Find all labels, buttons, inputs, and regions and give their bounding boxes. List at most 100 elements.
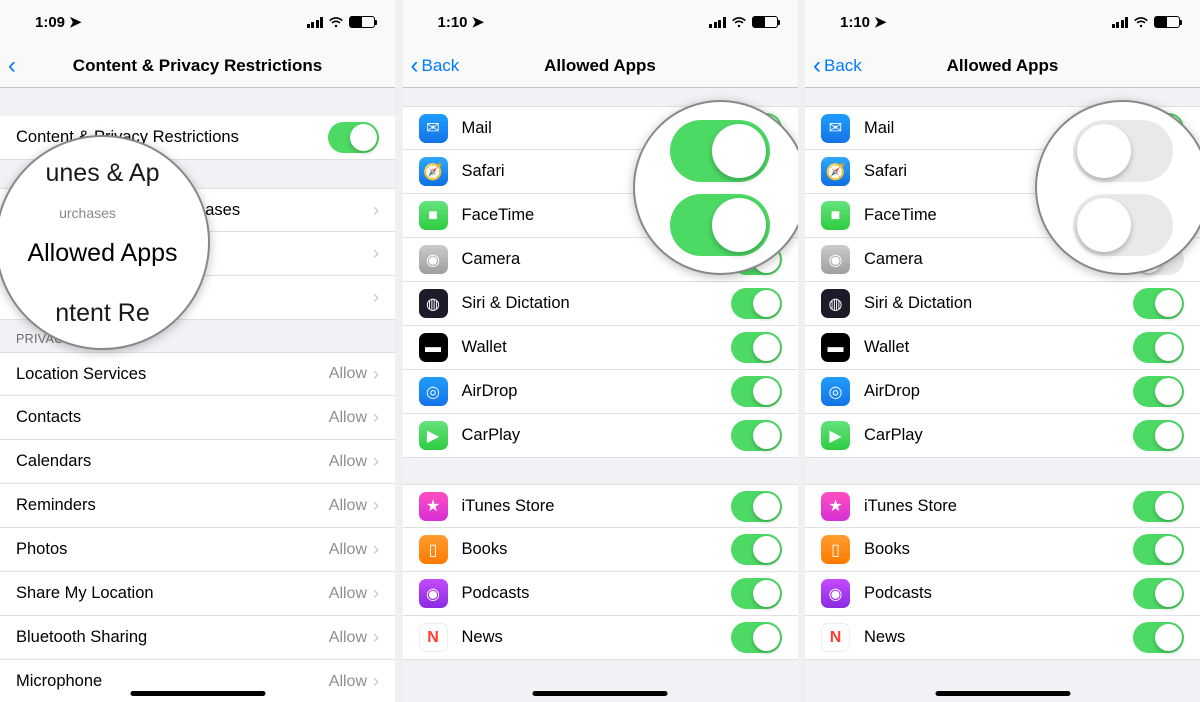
app-toggle-row[interactable]: ▯ Books	[805, 528, 1200, 572]
app-toggle-row[interactable]: ▬ Wallet	[805, 326, 1200, 370]
wallet-icon: ▬	[821, 333, 850, 362]
toggle-switch[interactable]	[731, 534, 782, 565]
row-label: Share My Location	[16, 584, 329, 603]
privacy-row[interactable]: Bluetooth SharingAllow›	[0, 616, 395, 660]
toggle-switch[interactable]	[731, 332, 782, 363]
home-indicator[interactable]	[935, 691, 1070, 696]
safari-icon: 🧭	[821, 157, 850, 186]
app-toggle-row[interactable]: ◎AirDrop	[805, 370, 1200, 414]
books-icon: ▯	[821, 535, 850, 564]
privacy-row[interactable]: Location ServicesAllow›	[0, 352, 395, 396]
toggle-switch[interactable]	[1133, 578, 1184, 609]
podcasts-icon: ◉	[419, 579, 448, 608]
back-button[interactable]: ‹ Back	[813, 54, 862, 78]
app-toggle-row[interactable]: ▶ CarPlay	[403, 414, 798, 458]
location-arrow-icon: ➤	[472, 13, 485, 31]
app-toggle-row[interactable]: ▬Wallet	[403, 326, 798, 370]
facetime-icon: ■	[821, 201, 850, 230]
toggle-switch[interactable]	[731, 420, 782, 451]
toggle-switch[interactable]	[731, 376, 782, 407]
carplay-icon: ▶	[419, 421, 448, 450]
app-toggle-row[interactable]: ◍Siri & Dictation	[403, 282, 798, 326]
siri-dictation-icon: ◍	[821, 289, 850, 318]
app-toggle-row[interactable]: ◍ Siri & Dictation	[805, 282, 1200, 326]
home-indicator[interactable]	[130, 691, 265, 696]
magnifier-overlay: unes & Ap urchases Allowed Apps ntent Re	[0, 135, 210, 350]
row-label: Calendars	[16, 452, 329, 471]
back-button[interactable]: ‹	[8, 54, 16, 78]
app-toggle-row[interactable]: ★iTunes Store	[805, 484, 1200, 528]
row-label: Location Services	[16, 365, 329, 384]
app-toggle-row[interactable]: ▯ Books	[403, 528, 798, 572]
row-detail: Allow	[329, 541, 367, 559]
status-bar: 1:10 ➤	[805, 0, 1200, 44]
app-toggle-row[interactable]: ◉Podcasts	[805, 572, 1200, 616]
camera-icon: ◉	[821, 245, 850, 274]
app-toggle-row[interactable]: ★iTunes Store	[403, 484, 798, 528]
toggle-switch[interactable]	[731, 578, 782, 609]
chevron-right-icon: ›	[373, 243, 379, 264]
row-label: Books	[864, 540, 1133, 559]
row-label: CarPlay	[462, 426, 731, 445]
row-detail: Allow	[329, 409, 367, 427]
chevron-right-icon: ›	[373, 407, 379, 428]
privacy-row[interactable]: RemindersAllow›	[0, 484, 395, 528]
carplay-icon: ▶	[821, 421, 850, 450]
status-bar: 1:10 ➤	[403, 0, 798, 44]
app-toggle-row[interactable]: NNews	[805, 616, 1200, 660]
toggle-switch[interactable]	[1133, 534, 1184, 565]
row-label: Books	[462, 540, 731, 559]
toggle-switch[interactable]	[731, 491, 782, 522]
mail-icon: ✉	[419, 114, 448, 143]
privacy-row[interactable]: Share My LocationAllow›	[0, 572, 395, 616]
magnifier-overlay	[633, 100, 798, 275]
chevron-back-icon: ‹	[813, 54, 821, 78]
toggle-switch[interactable]	[1133, 420, 1184, 451]
privacy-row[interactable]: CalendarsAllow›	[0, 440, 395, 484]
facetime-icon: ■	[419, 201, 448, 230]
nav-bar: ‹ Back Allowed Apps	[403, 44, 798, 88]
app-toggle-row[interactable]: NNews	[403, 616, 798, 660]
chevron-right-icon: ›	[373, 495, 379, 516]
signal-icon	[307, 17, 324, 28]
row-label: iTunes Store	[864, 497, 1133, 516]
page-title: Allowed Apps	[805, 56, 1200, 76]
app-toggle-row[interactable]: ▶ CarPlay	[805, 414, 1200, 458]
back-button[interactable]: ‹ Back	[411, 54, 460, 78]
row-label: AirDrop	[462, 382, 731, 401]
status-bar: 1:09 ➤	[0, 0, 395, 44]
toggle-switch[interactable]	[731, 622, 782, 653]
privacy-row[interactable]: ContactsAllow›	[0, 396, 395, 440]
status-time: 1:10	[438, 14, 468, 31]
page-title: Content & Privacy Restrictions	[0, 56, 395, 76]
wifi-icon	[731, 16, 747, 28]
chevron-right-icon: ›	[373, 627, 379, 648]
home-indicator[interactable]	[533, 691, 668, 696]
status-time: 1:09	[35, 14, 65, 31]
app-toggle-row[interactable]: ◎ AirDrop	[403, 370, 798, 414]
siri-dictation-icon: ◍	[419, 289, 448, 318]
row-label: CarPlay	[864, 426, 1133, 445]
news-icon: N	[419, 623, 448, 652]
toggle-switch[interactable]	[1133, 491, 1184, 522]
privacy-row[interactable]: PhotosAllow›	[0, 528, 395, 572]
toggle-switch[interactable]	[1133, 622, 1184, 653]
toggle-switch[interactable]	[731, 288, 782, 319]
row-label: Podcasts	[864, 584, 1133, 603]
airdrop-icon: ◎	[821, 377, 850, 406]
row-label: Siri & Dictation	[864, 294, 1133, 313]
toggle-switch[interactable]	[1133, 332, 1184, 363]
toggle-switch[interactable]	[328, 122, 379, 153]
row-detail: Allow	[329, 673, 367, 691]
wifi-icon	[328, 16, 344, 28]
toggle-switch[interactable]	[1133, 288, 1184, 319]
enlarged-toggle-on	[670, 120, 770, 182]
toggle-switch[interactable]	[1133, 376, 1184, 407]
wifi-icon	[1133, 16, 1149, 28]
chevron-right-icon: ›	[373, 539, 379, 560]
airdrop-icon: ◎	[419, 377, 448, 406]
row-label: Wallet	[864, 338, 1133, 357]
books-icon: ▯	[419, 535, 448, 564]
app-toggle-row[interactable]: ◉Podcasts	[403, 572, 798, 616]
magnifier-overlay	[1035, 100, 1200, 275]
